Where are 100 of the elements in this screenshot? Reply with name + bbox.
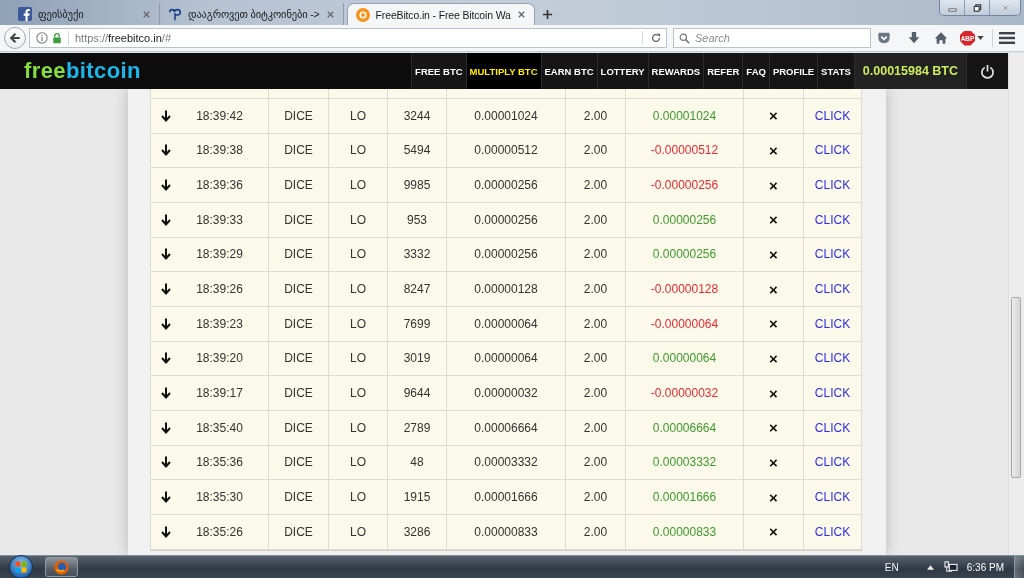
cross-mark-text: × bbox=[769, 176, 778, 194]
click-link[interactable]: CLICK bbox=[814, 490, 851, 505]
multiplier-text: 2.00 bbox=[583, 455, 608, 470]
down-arrow-icon bbox=[161, 109, 171, 122]
cross-mark-text: × bbox=[769, 245, 778, 263]
down-arrow-icon bbox=[161, 213, 171, 226]
game-text: DICE bbox=[284, 420, 313, 435]
click-link[interactable]: CLICK bbox=[814, 178, 851, 193]
taskbar-app-button[interactable] bbox=[45, 557, 78, 577]
nav-link[interactable]: FAQ bbox=[742, 53, 769, 89]
time-text: 18:39:20 bbox=[196, 351, 243, 366]
bet-side-text: LO bbox=[350, 282, 366, 297]
time-text: 18:39:33 bbox=[196, 212, 243, 227]
click-link[interactable]: CLICK bbox=[814, 247, 851, 262]
nav-link[interactable]: STATS bbox=[817, 53, 854, 89]
number-text: 3019 bbox=[403, 351, 431, 366]
profit-text: 0.00000833 bbox=[652, 524, 717, 539]
close-icon[interactable] bbox=[142, 9, 151, 19]
profit-text: -0.00000512 bbox=[650, 143, 719, 158]
click-link[interactable]: CLICK bbox=[814, 351, 851, 366]
number-text: 48 bbox=[410, 455, 424, 470]
multiplier-text: 2.00 bbox=[583, 420, 608, 435]
amount-text: 0.00000064 bbox=[474, 316, 538, 331]
home-icon[interactable] bbox=[934, 31, 948, 45]
multiplier-text: 2.00 bbox=[583, 212, 608, 227]
cross-mark-text: × bbox=[769, 384, 778, 402]
nav-link[interactable]: LOTTERY bbox=[596, 53, 648, 89]
nav-link[interactable]: EARN BTC bbox=[540, 53, 597, 89]
show-desktop-button[interactable] bbox=[1014, 556, 1024, 578]
language-indicator[interactable]: EN bbox=[884, 561, 899, 573]
amount-text: 0.00000512 bbox=[474, 143, 538, 158]
time-text: 18:39:42 bbox=[196, 108, 243, 123]
click-link[interactable]: CLICK bbox=[814, 316, 851, 331]
time-text: 18:35:36 bbox=[196, 455, 243, 470]
close-icon[interactable] bbox=[516, 10, 526, 19]
click-link[interactable]: CLICK bbox=[814, 108, 851, 123]
time-text: 18:39:23 bbox=[196, 316, 243, 331]
close-icon[interactable] bbox=[325, 9, 335, 19]
scrollbar-thumb[interactable] bbox=[1011, 297, 1021, 478]
click-link[interactable]: CLICK bbox=[814, 143, 851, 158]
profit-text: -0.00000256 bbox=[650, 178, 719, 193]
bet-side-text: LO bbox=[350, 108, 366, 123]
time-text: 18:35:40 bbox=[196, 420, 243, 435]
restore-icon bbox=[972, 3, 982, 12]
game-text: DICE bbox=[284, 178, 313, 193]
click-link[interactable]: CLICK bbox=[814, 212, 851, 227]
menu-icon[interactable] bbox=[999, 31, 1015, 45]
number-text: 5494 bbox=[403, 143, 431, 158]
profit-text: 0.00001666 bbox=[652, 490, 717, 505]
amount-text: 0.00000256 bbox=[474, 178, 538, 193]
multiplier-text: 2.00 bbox=[583, 351, 608, 366]
click-link[interactable]: CLICK bbox=[814, 420, 851, 435]
back-button[interactable] bbox=[4, 27, 26, 49]
amount-text: 0.00000256 bbox=[474, 212, 538, 227]
number-text: 3332 bbox=[403, 247, 431, 262]
bet-side-text: LO bbox=[350, 386, 366, 401]
nav-link[interactable]: PROFILE bbox=[768, 53, 818, 89]
click-link[interactable]: CLICK bbox=[814, 524, 851, 539]
down-arrow-icon bbox=[161, 317, 171, 330]
multiplier-text: 2.00 bbox=[583, 386, 608, 401]
logout-button[interactable] bbox=[966, 53, 1008, 89]
multiplier-text: 2.00 bbox=[583, 282, 608, 297]
game-text: DICE bbox=[284, 351, 313, 366]
nav-link[interactable]: FREE BTC bbox=[411, 53, 466, 89]
nav-link[interactable]: MULTIPLY BTC bbox=[465, 53, 541, 89]
number-text: 953 bbox=[407, 212, 427, 227]
amount-text: 0.00006664 bbox=[474, 420, 538, 435]
game-text: DICE bbox=[284, 108, 313, 123]
time-text: 18:39:29 bbox=[196, 247, 243, 262]
nav-link[interactable]: REFER bbox=[703, 53, 743, 89]
shield-icon[interactable] bbox=[877, 31, 891, 45]
nav-link[interactable]: REWARDS bbox=[647, 53, 704, 89]
click-link[interactable]: CLICK bbox=[814, 282, 851, 297]
cross-mark-text: × bbox=[769, 523, 778, 541]
globe-icon bbox=[54, 559, 69, 575]
click-link[interactable]: CLICK bbox=[814, 386, 851, 401]
start-orb-icon[interactable] bbox=[9, 555, 33, 578]
search-field[interactable]: Search bbox=[673, 28, 871, 48]
click-link[interactable]: CLICK bbox=[814, 455, 851, 470]
restore-button[interactable] bbox=[965, 0, 990, 15]
info-icon[interactable] bbox=[36, 32, 48, 44]
time-text: 18:35:30 bbox=[196, 490, 243, 505]
cross-mark-text: × bbox=[769, 453, 778, 471]
plus-icon bbox=[542, 8, 554, 20]
address-bar[interactable]: https://freebitco.in/# bbox=[29, 28, 667, 48]
site-logo[interactable]: freebitcoin bbox=[0, 58, 141, 84]
profit-text: 0.00001024 bbox=[652, 108, 717, 123]
amount-text: 0.00000256 bbox=[474, 247, 538, 262]
game-text: DICE bbox=[284, 212, 313, 227]
clock-text[interactable]: 6:36 PM bbox=[966, 561, 1004, 573]
caret-up-icon[interactable] bbox=[926, 564, 934, 570]
profit-text: -0.00000032 bbox=[650, 386, 719, 401]
cross-mark-text: × bbox=[769, 107, 778, 125]
loop-logo-icon bbox=[168, 7, 182, 21]
time-text: 18:39:26 bbox=[196, 282, 243, 297]
download-icon[interactable] bbox=[907, 31, 921, 45]
lock-icon[interactable] bbox=[52, 32, 62, 44]
network-icon[interactable] bbox=[943, 561, 958, 573]
reload-icon[interactable] bbox=[650, 32, 662, 44]
browser-tab[interactable]: FreeBitco.in - Free Bitcoin Wa bbox=[346, 3, 535, 25]
